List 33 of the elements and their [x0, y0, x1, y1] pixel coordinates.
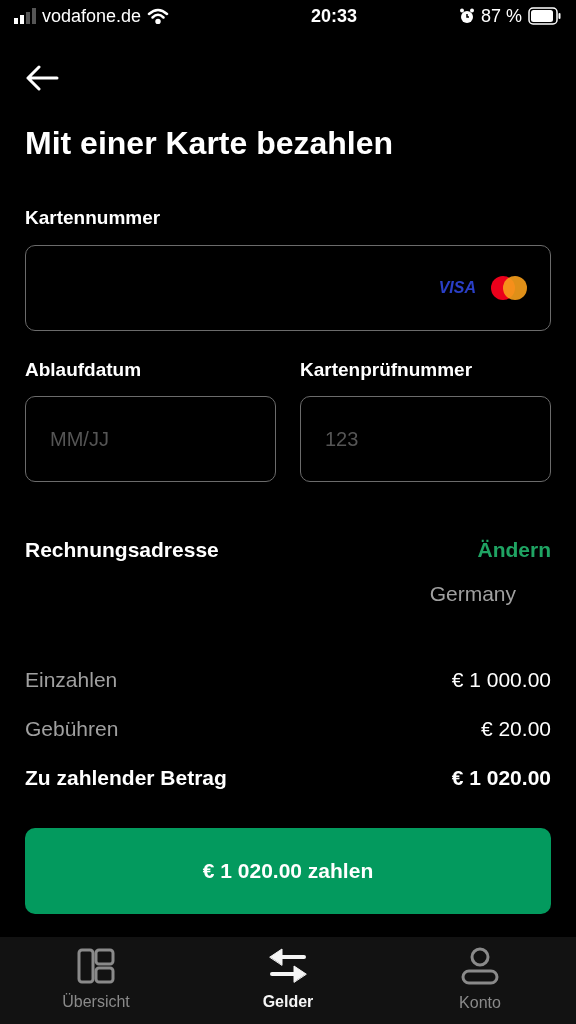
- nav-tab[interactable]: Konto: [384, 937, 576, 1024]
- battery-icon: [528, 7, 562, 25]
- summary-value: € 20.00: [480, 716, 551, 742]
- back-button[interactable]: [25, 63, 61, 93]
- signal-icon: [14, 8, 36, 24]
- layout-icon: [77, 947, 115, 984]
- person-icon: [460, 946, 500, 985]
- summary-value: € 1 000.00: [451, 667, 551, 693]
- summary-label: Zu zahlender Betrag: [25, 765, 227, 791]
- summary-label: Einzahlen: [25, 667, 118, 693]
- section-heading: Rechnungsadresse: [25, 537, 219, 563]
- card-circles-icon: [490, 274, 528, 301]
- arrows-icon: [268, 947, 308, 984]
- field-label: Ablaufdatum: [25, 357, 143, 382]
- nav-tab[interactable]: Gelder: [192, 937, 384, 1024]
- summary-label: Gebühren: [25, 716, 119, 742]
- text-field[interactable]: MM/JJ: [25, 396, 276, 482]
- field-label: Kartenprüfnummer: [300, 357, 474, 382]
- text-field[interactable]: 123: [300, 396, 551, 482]
- country-text: Germany: [429, 580, 516, 607]
- page-title: Mit einer Karte bezahlen: [25, 124, 395, 163]
- back-arrow-icon: [25, 65, 59, 91]
- summary-value: € 1 020.00: [451, 765, 551, 791]
- change-link[interactable]: Ändern: [477, 534, 551, 566]
- clock-time: 20:33: [311, 4, 358, 28]
- nav-tab[interactable]: Übersicht: [0, 937, 192, 1024]
- alarm-icon: [458, 8, 475, 24]
- carrier-name: vodafone.de: [42, 4, 142, 28]
- visa-logo: VISA: [438, 277, 476, 298]
- battery-percent: 87 %: [480, 4, 522, 28]
- pay-button[interactable]: € 1 020.00 zahlen: [25, 828, 551, 914]
- field-label: Kartennummer: [25, 206, 162, 230]
- wifi-icon: [147, 8, 170, 24]
